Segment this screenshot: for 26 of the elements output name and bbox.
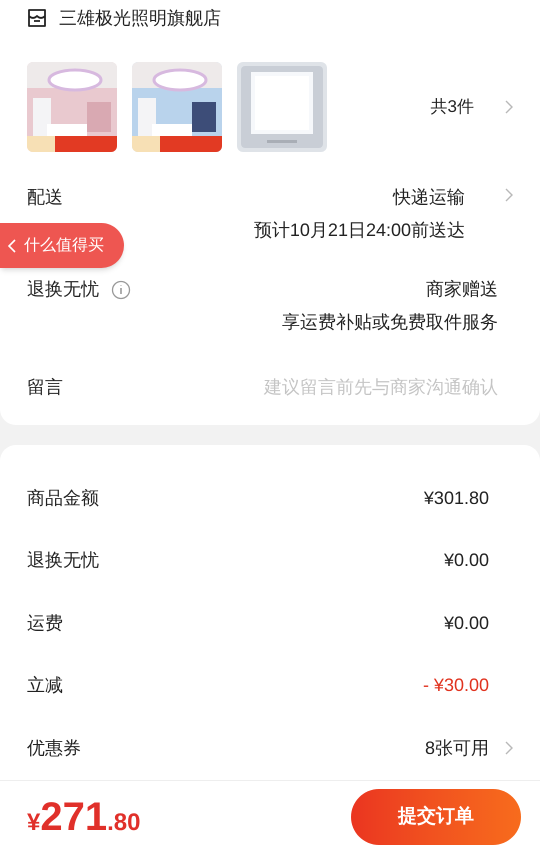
total-price: ¥271.80 <box>27 794 140 842</box>
chevron-left-icon <box>8 238 16 252</box>
price-value: - ¥30.00 <box>422 674 489 698</box>
info-icon[interactable] <box>111 280 131 300</box>
row-value: 享运费补贴或免费取件服务 <box>282 311 498 334</box>
price-value[interactable]: 8张可用 <box>424 734 489 762</box>
store-name: 三雄极光照明旗舰店 <box>59 6 221 30</box>
price-value: ¥301.80 <box>424 486 489 510</box>
row-label: 退换无忧 <box>27 549 100 572</box>
row-value: 快递运输 <box>393 186 465 209</box>
price-value: ¥0.00 <box>444 549 489 572</box>
submit-order-button[interactable]: 提交订单 <box>351 789 521 846</box>
item-count[interactable]: 共3件 <box>430 94 474 120</box>
row-value: 预计10月21日24:00前送达 <box>254 219 465 242</box>
message-field[interactable]: 建议留言前先与商家沟通确认 <box>63 374 498 401</box>
row-label: 配送 <box>27 186 63 209</box>
chevron-right-icon <box>505 100 513 114</box>
price-value: ¥0.00 <box>444 612 489 635</box>
row-value: 商家赠送 <box>426 278 498 301</box>
row-label: 优惠券 <box>27 736 82 760</box>
row-label: 运费 <box>27 612 64 635</box>
row-label: 立减 <box>27 674 64 698</box>
row-label: 留言 <box>27 376 63 399</box>
row-label: 商品金额 <box>27 486 100 510</box>
row-label: 退换无忧 <box>27 278 99 301</box>
store-icon <box>27 9 47 27</box>
